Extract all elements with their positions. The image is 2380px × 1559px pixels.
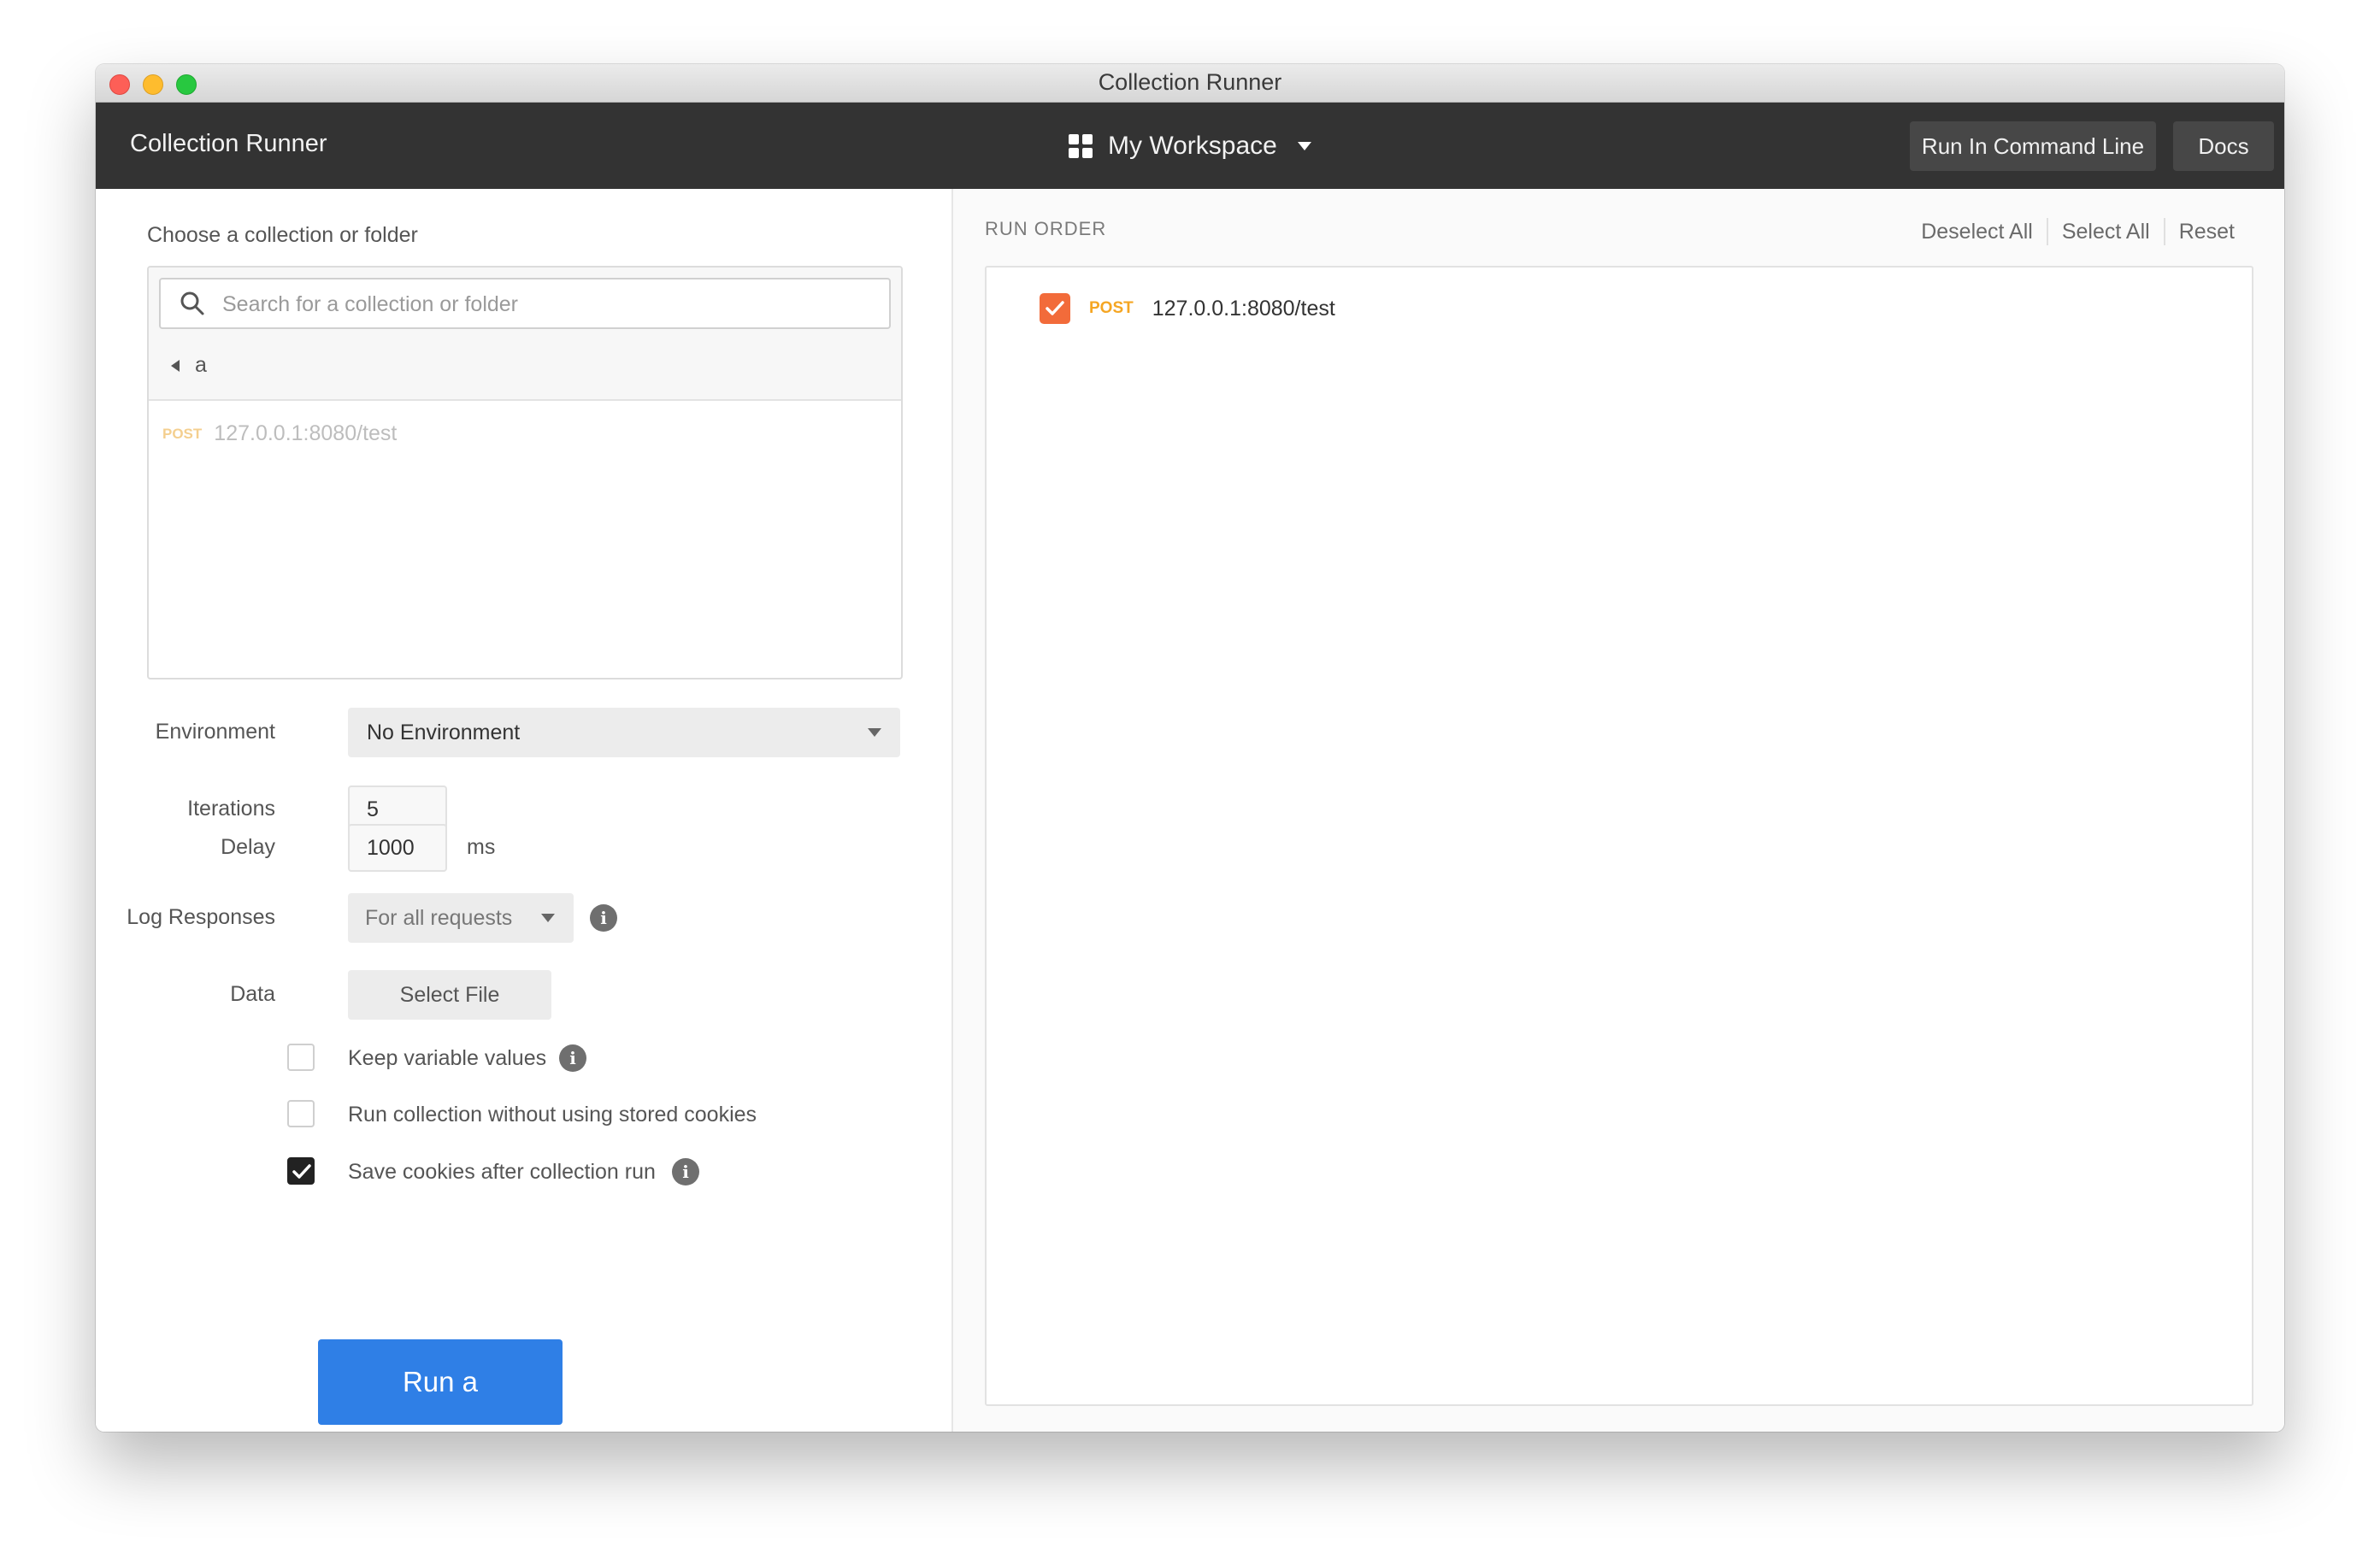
info-icon[interactable]: i [672, 1158, 699, 1185]
run-order-actions: Deselect All Select All Reset [1907, 218, 2248, 245]
log-responses-select[interactable]: For all requests [348, 893, 574, 943]
environment-label: Environment [155, 720, 275, 744]
search-icon [180, 291, 204, 315]
collection-picker: a POST 127.0.0.1:8080/test [147, 266, 903, 679]
app-header: Collection Runner My Workspace Run In Co… [96, 103, 2284, 189]
current-folder-label: a [195, 353, 207, 377]
back-caret-icon [171, 359, 180, 372]
environment-value: No Environment [367, 721, 521, 744]
run-without-cookies-checkbox[interactable] [287, 1100, 315, 1127]
docs-button[interactable]: Docs [2173, 121, 2274, 171]
workspace-dropdown[interactable]: My Workspace [1069, 125, 1311, 168]
request-method: POST [1089, 299, 1134, 317]
run-in-command-line-button[interactable]: Run In Command Line [1910, 121, 2156, 171]
checkmark-icon [292, 1164, 311, 1179]
reset-button[interactable]: Reset [2165, 220, 2248, 244]
picker-header: a [149, 268, 901, 401]
runner-config-panel: Choose a collection or folder a POST 127… [96, 189, 953, 1432]
run-order-title: RUN ORDER [985, 218, 1107, 239]
save-cookies-label: Save cookies after collection run [348, 1160, 656, 1184]
request-url: 127.0.0.1:8080/test [214, 421, 398, 445]
save-cookies-checkbox[interactable] [287, 1157, 315, 1185]
run-order-list: POST 127.0.0.1:8080/test [985, 266, 2253, 1406]
app-title: Collection Runner [130, 130, 327, 157]
choose-collection-label: Choose a collection or folder [147, 223, 418, 247]
iterations-label: Iterations [187, 797, 275, 821]
request-method: POST [162, 425, 203, 442]
delay-input[interactable] [348, 824, 447, 872]
select-all-button[interactable]: Select All [2048, 220, 2164, 244]
workspace-label: My Workspace [1108, 132, 1277, 160]
run-without-cookies-label: Run collection without using stored cook… [348, 1103, 757, 1127]
checkmark-icon [1046, 301, 1064, 315]
info-icon[interactable]: i [590, 904, 617, 932]
chevron-down-icon [868, 728, 881, 737]
delay-unit: ms [467, 835, 496, 859]
window-title: Collection Runner [1098, 69, 1282, 95]
keep-variable-values-checkbox[interactable] [287, 1044, 315, 1071]
data-label: Data [230, 982, 275, 1006]
request-list-item[interactable]: POST 127.0.0.1:8080/test [162, 421, 397, 446]
chevron-down-icon [541, 914, 555, 922]
environment-select[interactable]: No Environment [348, 708, 900, 757]
run-order-item[interactable]: POST 127.0.0.1:8080/test [1040, 293, 1335, 324]
run-order-item-checkbox[interactable] [1040, 293, 1070, 324]
workspace-grid-icon [1069, 134, 1093, 158]
request-url: 127.0.0.1:8080/test [1152, 296, 1335, 321]
run-collection-button[interactable]: Run a [318, 1339, 563, 1425]
window-titlebar: Collection Runner [96, 64, 2284, 103]
app-window: Collection Runner Collection Runner My W… [96, 64, 2284, 1432]
select-file-button[interactable]: Select File [348, 970, 551, 1020]
log-responses-label: Log Responses [127, 905, 275, 929]
search-input[interactable] [221, 286, 874, 322]
keep-variable-values-label: Keep variable values [348, 1046, 547, 1070]
folder-back-row[interactable]: a [171, 353, 207, 378]
run-order-panel: RUN ORDER Deselect All Select All Reset … [953, 189, 2284, 1432]
chevron-down-icon [1297, 142, 1311, 150]
search-box [159, 278, 891, 329]
delay-label: Delay [221, 835, 275, 859]
log-responses-value: For all requests [365, 906, 513, 930]
info-icon[interactable]: i [559, 1044, 586, 1072]
deselect-all-button[interactable]: Deselect All [1907, 220, 2047, 244]
